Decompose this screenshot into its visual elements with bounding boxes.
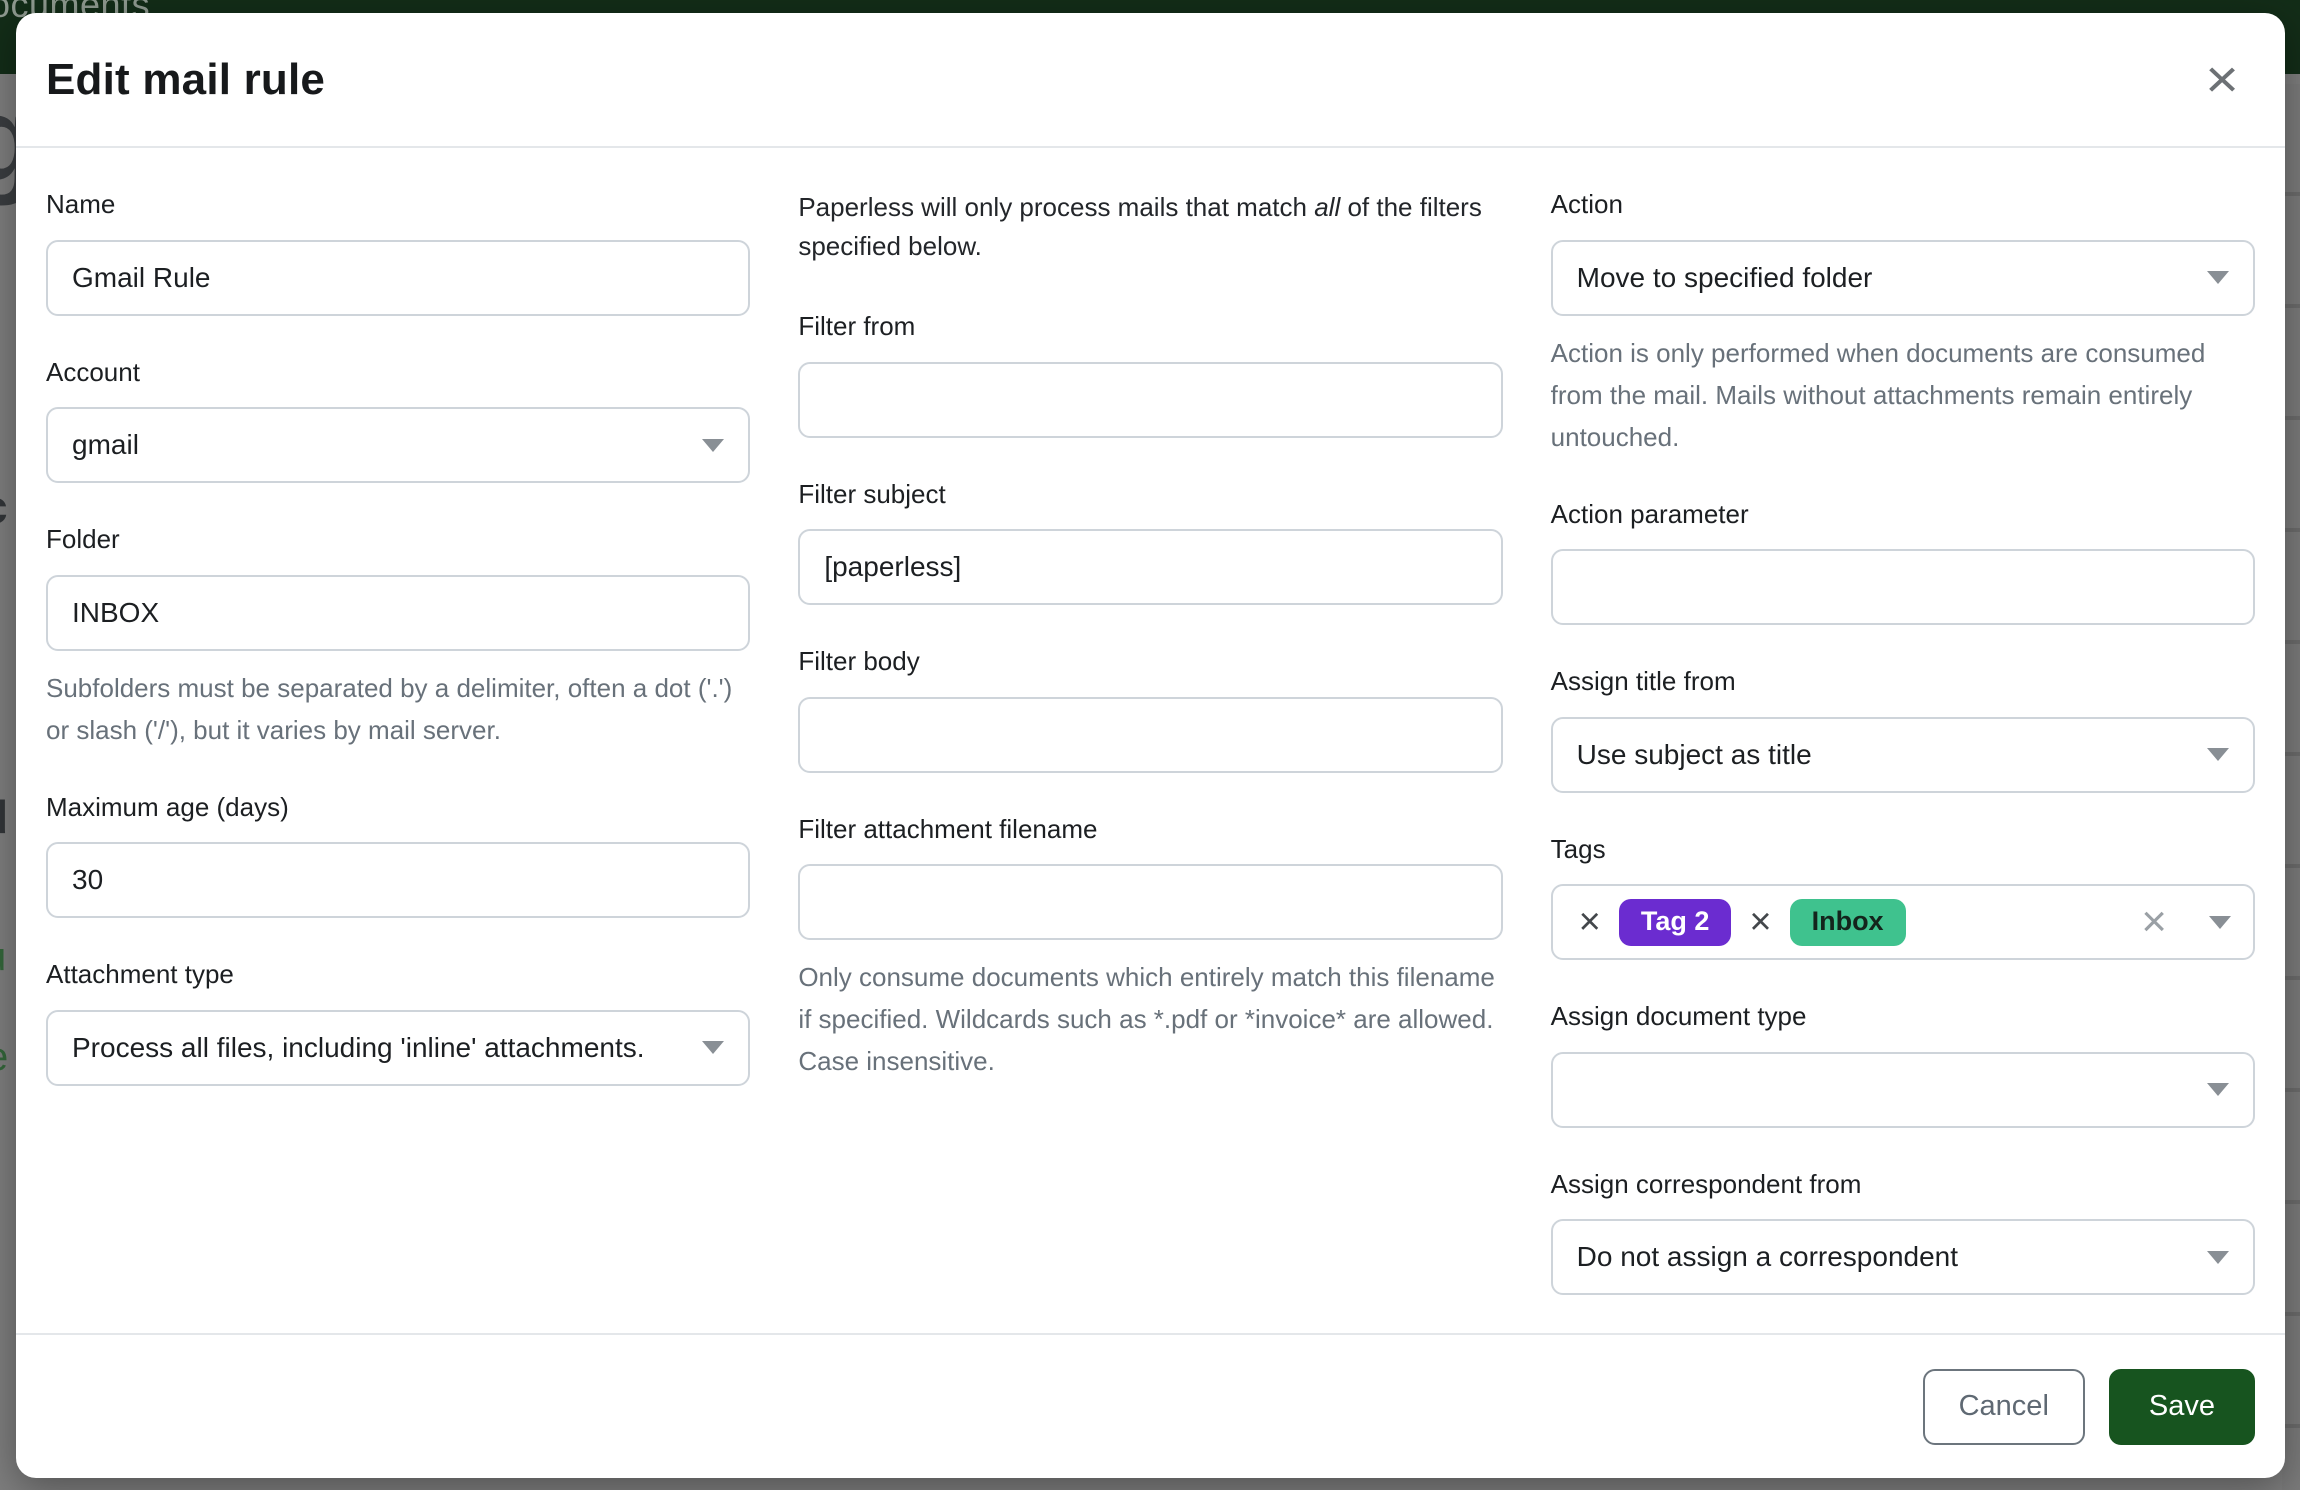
assign-correspondent-from-select[interactable]: Do not assign a correspondent (1551, 1219, 2255, 1295)
account-value: gmail (72, 429, 139, 461)
field-attachment-type: Attachment type Process all files, inclu… (46, 958, 750, 1086)
tag-chip[interactable]: Inbox (1790, 899, 1906, 946)
action-value: Move to specified folder (1577, 262, 1873, 294)
name-label: Name (46, 188, 750, 221)
assign-correspondent-from-label: Assign correspondent from (1551, 1168, 2255, 1201)
filter-body-label: Filter body (798, 645, 1502, 678)
action-hint: Action is only performed when documents … (1551, 332, 2255, 458)
cancel-button[interactable]: Cancel (1923, 1369, 2085, 1445)
account-select[interactable]: gmail (46, 407, 750, 483)
column-middle: Paperless will only process mails that m… (798, 188, 1502, 1333)
action-label: Action (1551, 188, 2255, 221)
action-parameter-input[interactable] (1551, 549, 2255, 625)
tags-select[interactable]: × Tag 2 × Inbox × (1551, 884, 2255, 960)
attachment-type-select[interactable]: Process all files, including 'inline' at… (46, 1010, 750, 1086)
field-filter-attachment-filename: Filter attachment filename Only consume … (798, 813, 1502, 1083)
maximum-age-label: Maximum age (days) (46, 791, 750, 824)
assign-title-from-select[interactable]: Use subject as title (1551, 717, 2255, 793)
assign-title-from-label: Assign title from (1551, 665, 2255, 698)
column-left: Name Account gmail Folder Subfolders mus… (46, 188, 750, 1333)
field-action-parameter: Action parameter (1551, 498, 2255, 626)
column-right: Action Move to specified folder Action i… (1551, 188, 2255, 1333)
folder-hint: Subfolders must be separated by a delimi… (46, 667, 750, 751)
maximum-age-input[interactable] (46, 842, 750, 918)
chevron-down-icon (2209, 916, 2231, 929)
filter-attachment-filename-input[interactable] (798, 864, 1502, 940)
save-button[interactable]: Save (2109, 1369, 2255, 1445)
filter-subject-input[interactable] (798, 529, 1502, 605)
field-maximum-age: Maximum age (days) (46, 791, 750, 919)
dialog-title: Edit mail rule (46, 55, 325, 105)
chevron-down-icon (702, 439, 724, 452)
field-filter-subject: Filter subject (798, 478, 1502, 606)
field-assign-correspondent-from: Assign correspondent from Do not assign … (1551, 1168, 2255, 1296)
assign-document-type-select[interactable] (1551, 1052, 2255, 1128)
tag-chip-list: × Tag 2 × Inbox (1575, 899, 1906, 946)
field-account: Account gmail (46, 356, 750, 484)
field-name: Name (46, 188, 750, 316)
field-assign-title-from: Assign title from Use subject as title (1551, 665, 2255, 793)
field-assign-document-type: Assign document type (1551, 1000, 2255, 1128)
tags-label: Tags (1551, 833, 2255, 866)
assign-correspondent-from-value: Do not assign a correspondent (1577, 1241, 1958, 1273)
field-tags: Tags × Tag 2 × Inbox × (1551, 833, 2255, 961)
attachment-type-value: Process all files, including 'inline' at… (72, 1032, 645, 1064)
tag-chip[interactable]: Tag 2 (1619, 899, 1732, 946)
assign-document-type-label: Assign document type (1551, 1000, 2255, 1033)
filter-subject-label: Filter subject (798, 478, 1502, 511)
background-text-fragment: d (0, 790, 8, 844)
filters-intro-emphasis: all (1314, 192, 1340, 222)
account-label: Account (46, 356, 750, 389)
dialog-footer: Cancel Save (16, 1333, 2285, 1478)
background-text-fragment: c (0, 480, 8, 534)
filter-from-label: Filter from (798, 310, 1502, 343)
dialog-body: Name Account gmail Folder Subfolders mus… (16, 148, 2285, 1333)
attachment-type-label: Attachment type (46, 958, 750, 991)
background-text-fragment: e (0, 1035, 8, 1080)
folder-input[interactable] (46, 575, 750, 651)
filters-intro-pre: Paperless will only process mails that m… (798, 192, 1314, 222)
filter-body-input[interactable] (798, 697, 1502, 773)
filter-attachment-filename-hint: Only consume documents which entirely ma… (798, 956, 1502, 1082)
name-input[interactable] (46, 240, 750, 316)
chevron-down-icon (2207, 748, 2229, 761)
action-parameter-label: Action parameter (1551, 498, 2255, 531)
filter-from-input[interactable] (798, 362, 1502, 438)
assign-title-from-value: Use subject as title (1577, 739, 1812, 771)
clear-tags-icon[interactable]: × (2141, 900, 2167, 944)
action-select[interactable]: Move to specified folder (1551, 240, 2255, 316)
edit-mail-rule-dialog: Edit mail rule × Name Account gmail Fold… (16, 13, 2285, 1478)
chevron-down-icon (2207, 271, 2229, 284)
field-filter-body: Filter body (798, 645, 1502, 773)
folder-label: Folder (46, 523, 750, 556)
chevron-down-icon (2207, 1083, 2229, 1096)
filter-attachment-filename-label: Filter attachment filename (798, 813, 1502, 846)
chevron-down-icon (702, 1041, 724, 1054)
remove-tag-icon[interactable]: × (1575, 903, 1605, 941)
field-folder: Folder Subfolders must be separated by a… (46, 523, 750, 751)
remove-tag-icon[interactable]: × (1745, 903, 1775, 941)
dialog-header: Edit mail rule × (16, 13, 2285, 148)
background-text-fragment: u (0, 935, 6, 980)
field-filter-from: Filter from (798, 310, 1502, 438)
filters-intro-text: Paperless will only process mails that m… (798, 188, 1502, 266)
field-action: Action Move to specified folder Action i… (1551, 188, 2255, 458)
close-icon[interactable]: × (2189, 53, 2255, 106)
chevron-down-icon (2207, 1251, 2229, 1264)
